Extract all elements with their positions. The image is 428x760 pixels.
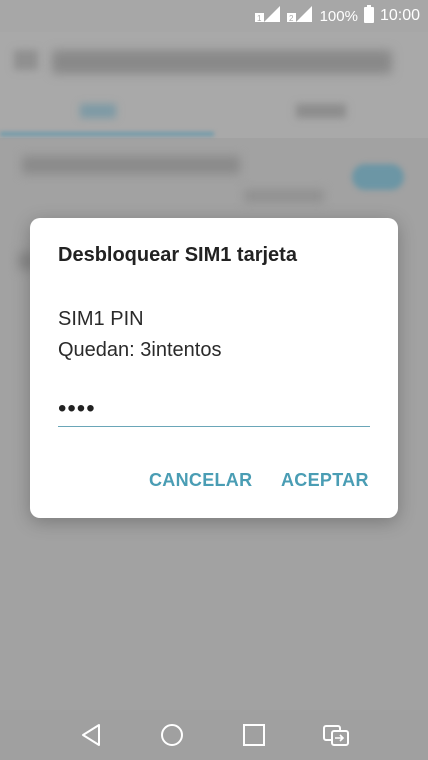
dialog-message: SIM1 PIN Quedan: 3intentos: [58, 304, 221, 366]
svg-text:2: 2: [289, 14, 294, 23]
background-tab-sim1: [80, 104, 116, 118]
recents-icon[interactable]: [239, 720, 269, 750]
navigation-bar: [0, 710, 428, 760]
unlock-sim-dialog: Desbloquear SIM1 tarjeta SIM1 PIN Quedan…: [30, 218, 398, 518]
sim2-signal-icon: 2: [286, 5, 314, 27]
clock: 10:00: [379, 7, 420, 24]
sim1-signal-icon: 1: [254, 5, 282, 27]
cancel-button[interactable]: CANCELAR: [149, 470, 252, 491]
back-icon[interactable]: [77, 720, 107, 750]
home-icon[interactable]: [157, 720, 187, 750]
background-setting-sub: [244, 190, 324, 202]
background-app-bar: [0, 32, 428, 88]
status-bar: 1 2 100% 10:00: [0, 0, 428, 32]
background-back-icon: [14, 50, 38, 70]
accept-button[interactable]: ACEPTAR: [281, 470, 369, 491]
attempts-remaining: Quedan: 3intentos: [58, 339, 222, 361]
battery-icon: [363, 5, 374, 27]
background-toggle: [352, 164, 404, 190]
battery-percent: 100%: [319, 7, 358, 25]
background-tabs: [0, 88, 428, 138]
svg-text:1: 1: [257, 14, 262, 23]
dual-sim-switch-icon[interactable]: [321, 720, 351, 750]
pin-label: SIM1 PIN: [58, 308, 144, 330]
background-setting-label: [22, 156, 240, 174]
pin-input[interactable]: [58, 392, 370, 427]
dialog-title: Desbloquear SIM1 tarjeta: [58, 244, 297, 266]
background-title: [52, 50, 392, 74]
background-tab-sim2: [296, 104, 346, 118]
background-tab-indicator: [0, 132, 214, 136]
